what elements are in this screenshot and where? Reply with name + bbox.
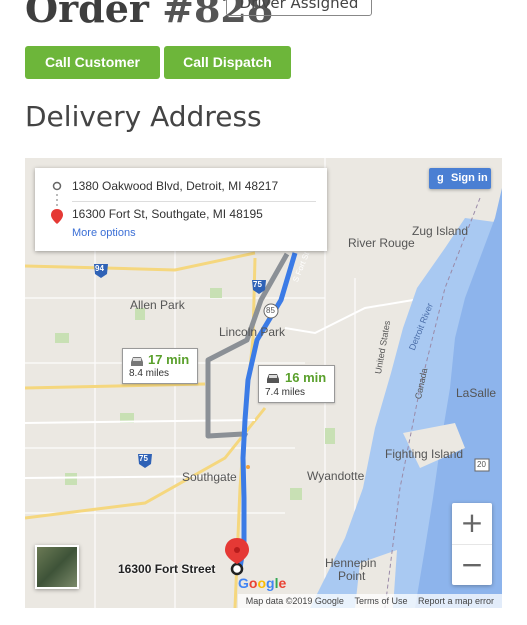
- map[interactable]: 94 75 75 85 20 Zug Island River Rouge Al…: [25, 158, 502, 608]
- section-heading: Delivery Address: [25, 100, 262, 133]
- place-point: Point: [338, 569, 366, 583]
- order-word: Order: [25, 0, 149, 31]
- place-hennepin: Hennepin: [325, 556, 377, 570]
- destination-label: 16300 Fort Street: [118, 562, 216, 576]
- google-plus-icon: g: [437, 172, 444, 184]
- place-allen-park: Allen Park: [130, 298, 185, 312]
- shield-r20: 20: [477, 460, 486, 469]
- place-fighting-island: Fighting Island: [385, 447, 464, 461]
- sign-in-label: Sign in: [451, 172, 488, 184]
- shield-i75-south: 75: [139, 454, 148, 463]
- main-route-tooltip[interactable]: 16 min 7.4 miles: [258, 365, 335, 403]
- zoom-controls: + −: [452, 503, 492, 585]
- car-icon: [131, 357, 143, 366]
- zoom-out-button[interactable]: −: [452, 544, 492, 585]
- google-logo: Google: [238, 575, 287, 591]
- shield-i75-north: 75: [253, 280, 262, 289]
- route-divider: [72, 201, 316, 202]
- route-origin: 1380 Oakwood Blvd, Detroit, MI 48217: [72, 179, 279, 193]
- map-footer: Map data ©2019 Google Terms of Use Repor…: [237, 594, 502, 608]
- call-dispatch-button[interactable]: Call Dispatch: [164, 46, 291, 79]
- zoom-in-button[interactable]: +: [452, 503, 492, 543]
- terms-link[interactable]: Terms of Use: [354, 596, 407, 606]
- place-wyandotte: Wyandotte: [307, 469, 365, 483]
- route-panel: 1380 Oakwood Blvd, Detroit, MI 48217 163…: [35, 168, 327, 251]
- place-lasalle: LaSalle: [456, 386, 497, 400]
- alt-route-tooltip[interactable]: 17 min 8.4 miles: [122, 348, 198, 384]
- call-customer-button[interactable]: Call Customer: [25, 46, 160, 79]
- route-destination: 16300 Fort St, Southgate, MI 48195: [72, 207, 263, 221]
- report-error-link[interactable]: Report a map error: [418, 596, 494, 606]
- sign-in-button[interactable]: g Sign in: [429, 168, 491, 189]
- place-river-rouge: River Rouge: [348, 236, 415, 250]
- map-data-credit: Map data ©2019 Google: [245, 596, 344, 606]
- shield-i94: 94: [95, 264, 104, 273]
- alt-route-time: 17 min: [148, 352, 190, 367]
- place-zug-island: Zug Island: [412, 224, 469, 238]
- route-markers-icon: [51, 181, 63, 224]
- shield-r85: 85: [266, 306, 275, 315]
- main-route-time: 16 min: [285, 370, 327, 385]
- more-options-link[interactable]: More options: [72, 227, 136, 239]
- status-badge: Driver Assigned: [226, 0, 372, 16]
- place-lincoln-park: Lincoln Park: [219, 325, 286, 339]
- car-icon: [267, 374, 279, 383]
- alt-route-distance: 8.4 miles: [129, 368, 170, 379]
- satellite-toggle[interactable]: [35, 545, 79, 589]
- place-southgate: Southgate: [182, 470, 237, 484]
- main-route-distance: 7.4 miles: [265, 387, 306, 398]
